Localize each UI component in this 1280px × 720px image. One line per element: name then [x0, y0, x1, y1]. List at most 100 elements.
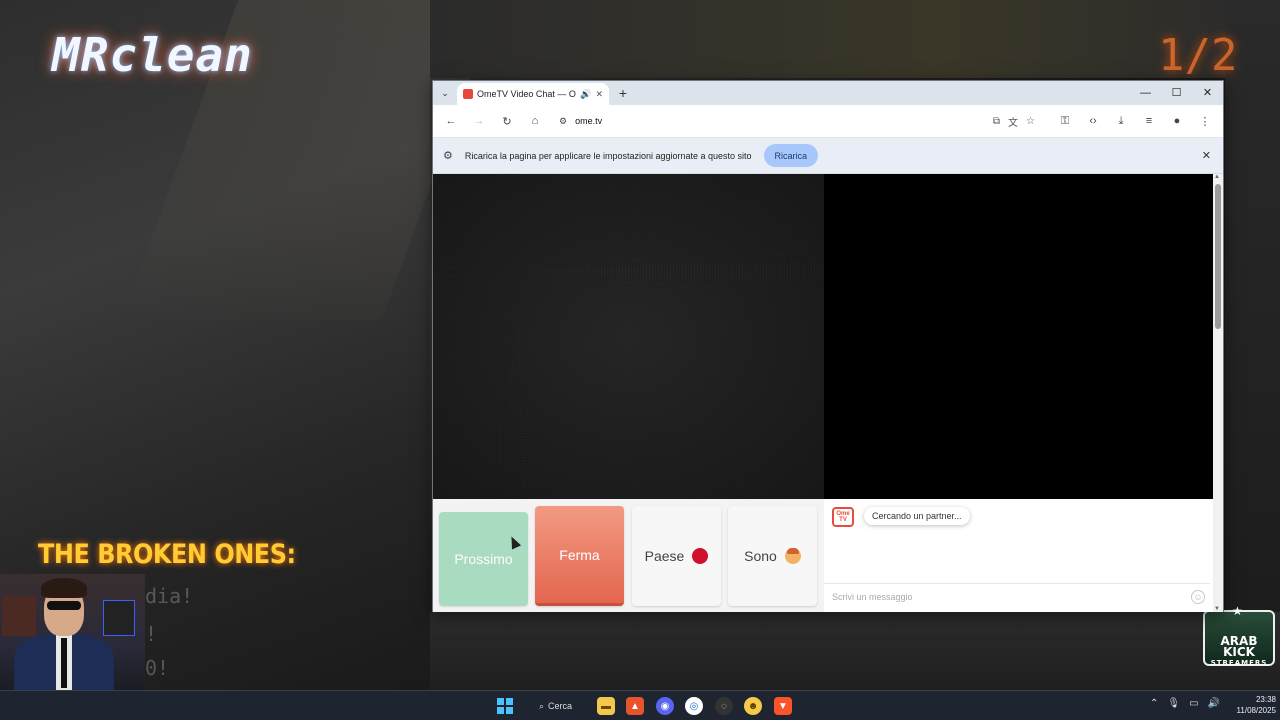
devtools-icon[interactable]: ‹›: [1081, 109, 1105, 133]
start-logo-tile: [506, 698, 513, 705]
start-logo-tile: [497, 707, 504, 714]
ometv-page: Prossimo Ferma Paese Sono Ome TV Cercand…: [433, 174, 1215, 612]
scroll-down-icon[interactable]: ▼: [1214, 606, 1220, 612]
microphone-icon[interactable]: 🎙: [1167, 698, 1180, 709]
badge-sub-text: STREAMERS: [1210, 659, 1268, 667]
start-logo-tile: [506, 707, 513, 714]
infobar-message: Ricarica la pagina per applicare le impo…: [464, 150, 752, 161]
start-button[interactable]: [497, 698, 513, 714]
search-label: Cerca: [548, 701, 573, 711]
scroll-up-icon[interactable]: ▲: [1214, 174, 1220, 180]
site-settings-icon[interactable]: ⚙: [559, 116, 567, 127]
settings-gear-icon: ⚙: [443, 150, 453, 162]
reload-infobar: ⚙ Ricarica la pagina per applicare le im…: [433, 138, 1223, 174]
webcam-glasses: [47, 601, 81, 610]
emoji-icon[interactable]: ☺: [1191, 590, 1205, 604]
search-icon: ⌕: [539, 700, 545, 711]
back-button[interactable]: ←: [439, 109, 463, 133]
webcam-shelf: [2, 596, 36, 636]
download-icon[interactable]: ⤓: [1109, 109, 1133, 133]
minimize-button[interactable]: —: [1130, 81, 1161, 105]
stream-background-bottom: [430, 612, 1280, 690]
app-a-icon[interactable]: ▲: [626, 697, 644, 715]
stream-background-top: [430, 0, 1280, 78]
broken-ones-title: THE BROKEN ONES:: [38, 538, 296, 570]
stream-background-right: [1225, 0, 1280, 690]
streamer-logo: MRclean: [52, 28, 253, 82]
file-explorer-icon[interactable]: ▬: [597, 697, 615, 715]
new-tab-button[interactable]: +: [611, 85, 635, 101]
discord-icon[interactable]: ◉: [656, 697, 674, 715]
audio-playing-icon[interactable]: 🔊: [580, 89, 591, 100]
profile-avatar-icon[interactable]: ●: [1165, 109, 1189, 133]
chrome-icon[interactable]: ◎: [685, 697, 703, 715]
start-logo-tile: [497, 698, 504, 705]
star-icon: ★: [1232, 604, 1243, 618]
stop-label: Ferma: [559, 546, 600, 563]
ometv-favicon-icon: [463, 89, 473, 99]
emoji-app-icon[interactable]: ☻: [744, 697, 762, 715]
close-window-button[interactable]: ✕: [1192, 81, 1223, 105]
network-icon[interactable]: ▭: [1189, 698, 1198, 709]
partner-video: [824, 174, 1215, 499]
country-button[interactable]: Paese: [632, 506, 721, 606]
reload-button[interactable]: ↻: [495, 109, 519, 133]
volume-icon[interactable]: 🔊: [1208, 698, 1220, 709]
url-text[interactable]: ome.tv: [575, 116, 985, 126]
chat-panel: Ome TV Cercando un partner... Scrivi un …: [824, 499, 1215, 612]
forward-button[interactable]: →: [467, 109, 491, 133]
next-button[interactable]: Prossimo: [439, 512, 528, 606]
status-message: Cercando un partner...: [864, 507, 970, 525]
gender-avatar-icon: [784, 548, 801, 564]
webcam-tie: [61, 638, 67, 688]
tab-ometv[interactable]: OmeTV Video Chat — Ome 🔊 ✕: [457, 83, 609, 105]
webcam-hair: [41, 578, 87, 598]
brave-icon[interactable]: ▼: [774, 697, 792, 715]
tab-bar: ⌄ OmeTV Video Chat — Ome 🔊 ✕ + — ☐ ✕: [433, 81, 1223, 105]
app-circle-icon[interactable]: ◌: [715, 697, 733, 715]
badge-text: ARAB KICK STREAMERS: [1207, 634, 1271, 669]
broken-ones-line: 0!: [145, 656, 170, 680]
ometv-logo-icon: Ome TV: [832, 507, 854, 527]
media-control-icon[interactable]: ≡: [1137, 109, 1161, 133]
broken-ones-line: dia!: [145, 584, 194, 608]
badge-main-text: ARAB KICK: [1220, 634, 1258, 659]
menu-kebab-icon[interactable]: ⋮: [1193, 109, 1217, 133]
extension-icon[interactable]: ⚿: [1053, 109, 1077, 133]
own-camera-video: [433, 174, 824, 499]
clock-date: 11/08/2025: [1236, 706, 1276, 715]
clock[interactable]: 23:38 11/08/2025: [1228, 694, 1276, 716]
gender-button[interactable]: Sono: [728, 506, 817, 606]
next-label: Prossimo: [454, 551, 513, 567]
page-scrollbar[interactable]: ▲ ▼: [1213, 174, 1223, 612]
browser-window: ⌄ OmeTV Video Chat — Ome 🔊 ✕ + — ☐ ✕ ← →…: [432, 80, 1224, 612]
stream-counter: 1/2: [1158, 30, 1238, 81]
clock-time: 23:38: [1255, 695, 1276, 704]
webcam-pc: [103, 600, 135, 636]
gender-label: Sono: [744, 548, 777, 564]
broken-ones-line: !: [145, 622, 158, 646]
tab-search-icon[interactable]: ⌄: [433, 81, 457, 105]
scrollbar-thumb[interactable]: [1215, 184, 1221, 329]
stop-button[interactable]: Ferma: [535, 506, 624, 606]
install-app-icon[interactable]: ⧉: [993, 116, 1000, 127]
windows-taskbar: ⌕ Cerca ▬ ▲ ◉ ◎ ◌ ☻ ▼ ⌃ 🎙 ▭ 🔊 23:38 11/0…: [0, 690, 1280, 720]
close-tab-icon[interactable]: ✕: [595, 89, 603, 100]
browser-toolbar: ← → ↻ ⌂ ⚙ ome.tv ⧉ 文 ☆ ⚿ ‹› ⤓ ≡ ● ⋮: [433, 105, 1223, 138]
infobar-close-icon[interactable]: ✕: [1202, 149, 1211, 162]
chat-message-input[interactable]: Scrivi un messaggio: [824, 583, 1210, 609]
translate-icon[interactable]: 文: [1008, 114, 1018, 129]
system-tray: ⌃ 🎙 ▭ 🔊: [1150, 698, 1220, 709]
streamer-webcam: [0, 574, 145, 690]
home-button[interactable]: ⌂: [523, 109, 547, 133]
tray-chevron-icon[interactable]: ⌃: [1150, 698, 1158, 709]
infobar-reload-button[interactable]: Ricarica: [763, 144, 819, 167]
address-bar[interactable]: ⚙ ome.tv ⧉ 文 ☆: [551, 110, 1043, 132]
country-flag-icon: [692, 548, 709, 564]
taskbar-search[interactable]: ⌕ Cerca: [527, 696, 583, 716]
maximize-button[interactable]: ☐: [1161, 81, 1192, 105]
window-controls: — ☐ ✕: [1130, 81, 1223, 105]
country-label: Paese: [644, 548, 685, 564]
bookmark-star-icon[interactable]: ☆: [1026, 116, 1035, 127]
tab-title: OmeTV Video Chat — Ome: [477, 89, 576, 99]
